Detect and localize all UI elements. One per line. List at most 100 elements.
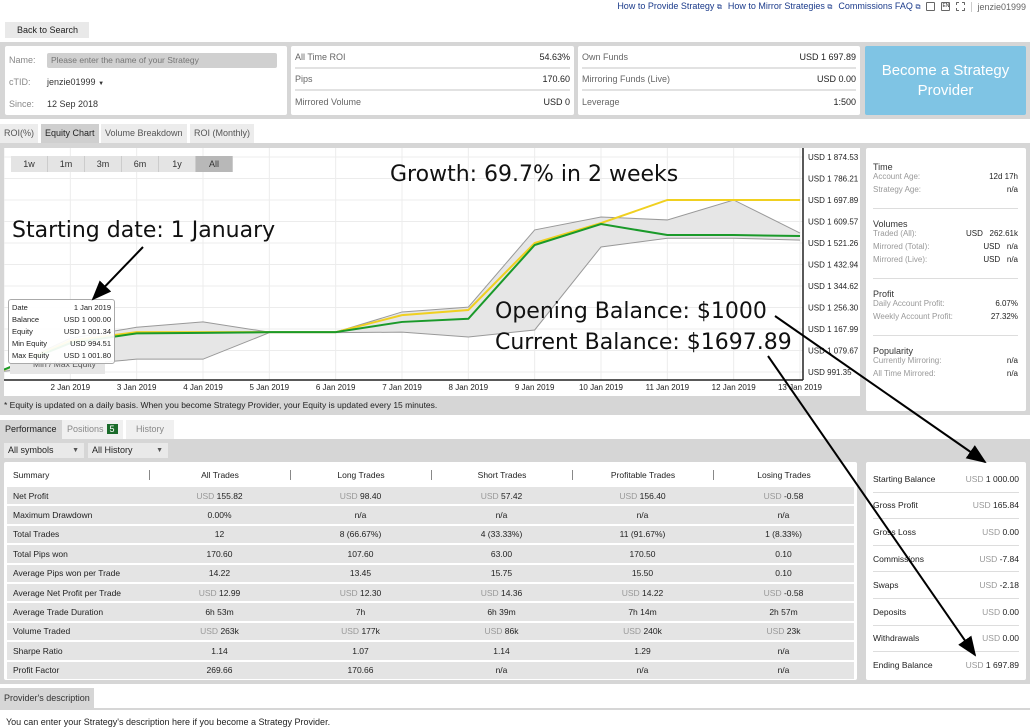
table-cell: 1 (8.33%) (765, 529, 802, 540)
table-cell: 0.10 (775, 568, 792, 579)
ctid-label: cTID: (9, 77, 31, 87)
tab-performance[interactable]: Performance (0, 420, 62, 439)
table-row: Volume Traded USD 263k USD 177k USD 86k USD … (7, 620, 854, 641)
stats-box: All Time ROI 54.63% Pips 170.60 Mirrored V… (291, 46, 574, 115)
mirroring-funds: Mirroring Funds (Live) USD 0.00 (582, 69, 856, 91)
table-cell: 7h 14m (628, 607, 657, 618)
x-tick-label: 11 Jan 2019 (646, 383, 690, 392)
table-row: Net Profit USD 155.82 USD 98.40 USD 57.42 US… (7, 485, 854, 505)
row-label: Average Net Profit per Trade (13, 587, 122, 598)
tab-volume-breakdown[interactable]: Volume Breakdown (101, 124, 187, 143)
caret-down-icon: ▼ (98, 81, 105, 87)
become-strategy-provider-button[interactable]: Become a Strategy Provider (865, 46, 1026, 115)
ctid-dropdown[interactable]: jenzie01999 ▼ (47, 77, 104, 87)
row-label: Net Profit (13, 490, 49, 501)
table-row: Average Pips won per Trade 14.22 13.45 15.7… (7, 562, 854, 582)
tooltip-value: USD 1 000.00 (63, 315, 111, 324)
table-cell: 63.00 (490, 548, 513, 559)
summary-row: Swaps USD -2.18 (873, 572, 1019, 599)
x-tick-label: 7 Jan 2019 (382, 383, 422, 392)
table-cell: USD 14.22 (621, 587, 664, 598)
mirrored-total: USD n/a (983, 242, 1018, 251)
table-cell: USD 156.40 (619, 490, 666, 501)
table-row: Total Trades 12 8 (66.67%) 4 (33.33%) 11 (91… (7, 523, 854, 544)
summary-row: Deposits USD 0.00 (873, 599, 1019, 626)
equity-footnote: * Equity is updated on a daily basis. Wh… (4, 400, 438, 410)
table-cell: 170.66 (347, 665, 374, 676)
range-3m[interactable]: 3m (85, 156, 122, 172)
table-cell: USD -0.58 (763, 490, 804, 501)
table-cell: 8 (66.67%) (339, 529, 382, 540)
tab-roi[interactable]: ROI(%) (0, 124, 38, 143)
stat-pips: Pips 170.60 (295, 69, 570, 91)
top-links: How to Provide Strategy ⧉ How to Mirror … (617, 1, 1026, 12)
commissions-faq-link[interactable]: Commissions FAQ ⧉ (838, 1, 920, 12)
popularity-heading: Popularity (873, 346, 914, 356)
row-label: Profit Factor (13, 665, 60, 676)
table-cell: 11 (91.67%) (619, 529, 666, 540)
table-cell: 0.00% (207, 510, 232, 521)
summary-value: USD 0.00 (982, 526, 1019, 537)
history-select[interactable]: All History ▼ (88, 443, 168, 458)
table-cell: 1.29 (634, 645, 651, 656)
tooltip-value: USD 1 001.80 (63, 351, 111, 360)
tab-positions[interactable]: Positions 5 (62, 420, 123, 439)
range-1w[interactable]: 1w (11, 156, 48, 172)
range-all[interactable]: All (196, 156, 233, 172)
table-cell: n/a (777, 510, 790, 521)
summary-value: USD 1 000.00 (965, 473, 1019, 484)
table-cell: 6h 39m (487, 607, 516, 618)
summary-label: Commissions (873, 553, 925, 564)
summary-row: Gross Loss USD 0.00 (873, 519, 1019, 546)
summary-row: Gross Profit USD 165.84 (873, 493, 1019, 520)
tab-roi-monthly[interactable]: ROI (Monthly) (190, 124, 255, 143)
x-tick-label: 12 Jan 2019 (712, 383, 757, 392)
summary-row: Withdrawals USD 0.00 (873, 626, 1019, 653)
tooltip-value: 1 Jan 2019 (73, 303, 111, 312)
tab-history[interactable]: History (126, 420, 175, 439)
tab-providers-description[interactable]: Provider's description (0, 688, 94, 708)
fullscreen-icon[interactable] (956, 2, 966, 11)
annotation-current: Current Balance: $1697.89 (495, 330, 792, 355)
y-tick-label: USD 1 432.94 (808, 261, 859, 270)
language-icon[interactable]: EN (941, 2, 951, 11)
x-tick-label: 5 Jan 2019 (250, 383, 290, 392)
table-header: Summary All Trades Long Trades Short Tra… (7, 465, 854, 485)
tab-equity-chart[interactable]: Equity Chart (41, 124, 99, 143)
how-to-provide-link[interactable]: How to Provide Strategy ⧉ (617, 1, 722, 12)
range-1m[interactable]: 1m (48, 156, 85, 172)
row-label: Average Pips won per Trade (13, 568, 121, 579)
x-tick-label: 8 Jan 2019 (449, 383, 489, 392)
table-cell: 1.14 (211, 645, 228, 656)
symbols-select[interactable]: All symbols ▼ (4, 443, 84, 458)
external-link-icon: ⧉ (716, 4, 722, 11)
how-to-mirror-link[interactable]: How to Mirror Strategies ⧉ (728, 1, 833, 12)
table-cell: 14.22 (208, 568, 231, 579)
back-to-search-button[interactable]: Back to Search (5, 22, 89, 38)
strategy-name-input[interactable] (47, 52, 277, 68)
description-text: You can enter your Strategy's descriptio… (0, 708, 1030, 727)
summary-value: USD 0.00 (982, 633, 1019, 644)
traded-all: USD 262.61k (965, 229, 1018, 238)
external-link-icon: ⧉ (915, 4, 921, 11)
performance-table: Summary All Trades Long Trades Short Tra… (4, 462, 857, 680)
row-label: Total Trades (13, 529, 60, 540)
external-link-icon: ⧉ (827, 4, 833, 11)
table-cell: n/a (354, 510, 367, 521)
summary-value: USD 1 697.89 (965, 660, 1019, 671)
username[interactable]: jenzie01999 (971, 1, 1026, 12)
name-label: Name: (9, 55, 36, 65)
annotation-opening: Opening Balance: $1000 (495, 299, 767, 324)
profit-heading: Profit (873, 289, 895, 299)
tooltip-label: Balance (12, 315, 40, 324)
chart-tooltip: Date 1 Jan 2019 Balance USD 1 000.00 Equit… (8, 299, 115, 364)
time-heading: Time (873, 162, 893, 172)
range-1y[interactable]: 1y (159, 156, 196, 172)
summary-label: Gross Loss (873, 526, 916, 537)
copy-icon[interactable] (926, 2, 936, 11)
range-6m[interactable]: 6m (122, 156, 159, 172)
summary-row: Commissions USD -7.84 (873, 546, 1019, 573)
table-cell: 170.60 (206, 548, 233, 559)
tooltip-value: USD 1 001.34 (63, 327, 111, 336)
caret-down-icon: ▼ (156, 447, 163, 454)
